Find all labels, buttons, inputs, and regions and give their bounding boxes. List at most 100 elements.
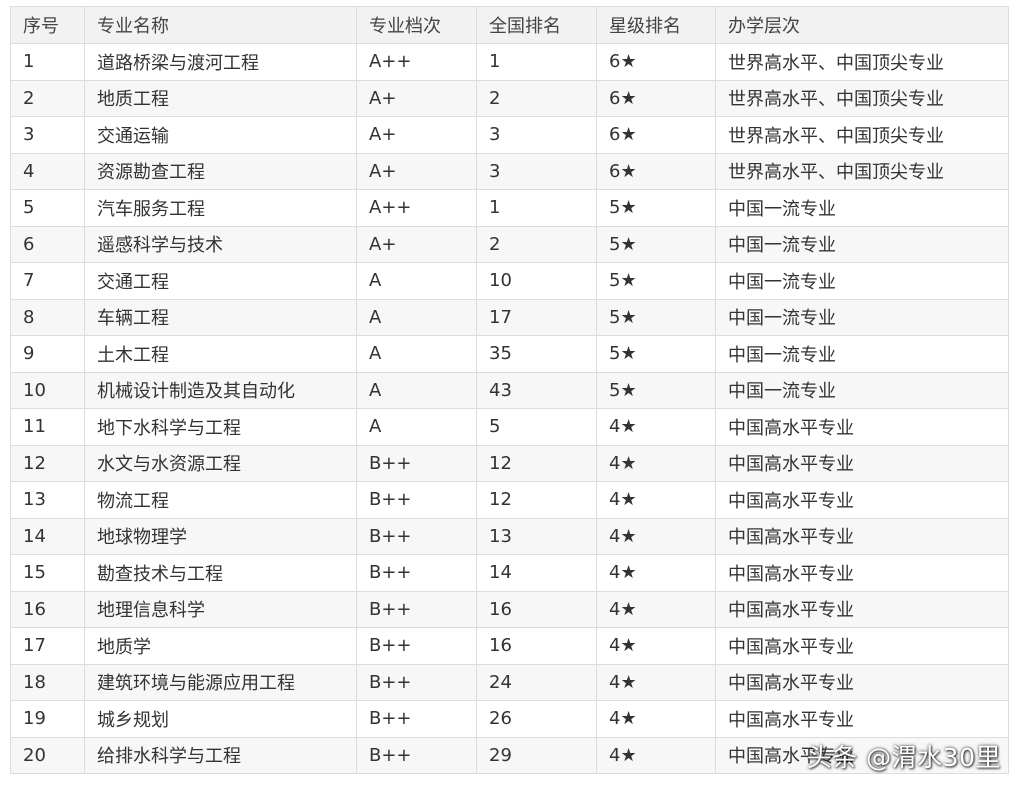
cell-index: 9 [10,335,85,373]
table-row: 11 地下水科学与工程 A 5 4★ 中国高水平专业 [10,408,1009,446]
table-row: 18 建筑环境与能源应用工程 B++ 24 4★ 中国高水平专业 [10,663,1009,701]
cell-national-rank: 5 [476,408,597,446]
cell-major-name: 汽车服务工程 [84,189,357,227]
header-school-level: 办学层次 [715,6,1009,44]
cell-major-name: 车辆工程 [84,298,357,336]
cell-major-grade: B++ [356,517,477,555]
cell-star-rank: 5★ [596,189,716,227]
cell-major-grade: B++ [356,554,477,592]
table-row: 2 地质工程 A+ 2 6★ 世界高水平、中国顶尖专业 [10,79,1009,117]
table-row: 3 交通运输 A+ 3 6★ 世界高水平、中国顶尖专业 [10,116,1009,154]
cell-major-name: 土木工程 [84,335,357,373]
cell-major-name: 城乡规划 [84,700,357,738]
cell-school-level: 世界高水平、中国顶尖专业 [715,116,1009,154]
cell-major-name: 遥感科学与技术 [84,225,357,263]
cell-national-rank: 12 [476,481,597,519]
cell-major-grade: A [356,335,477,373]
cell-index: 18 [10,663,85,701]
cell-school-level: 世界高水平、中国顶尖专业 [715,79,1009,117]
cell-national-rank: 24 [476,663,597,701]
cell-major-grade: A [356,298,477,336]
cell-major-grade: B++ [356,444,477,482]
cell-star-rank: 5★ [596,335,716,373]
cell-star-rank: 5★ [596,225,716,263]
cell-star-rank: 4★ [596,444,716,482]
cell-school-level: 中国一流专业 [715,298,1009,336]
cell-index: 13 [10,481,85,519]
cell-national-rank: 16 [476,627,597,665]
cell-index: 12 [10,444,85,482]
cell-star-rank: 5★ [596,262,716,300]
cell-school-level: 中国高水平专业 [715,663,1009,701]
cell-national-rank: 35 [476,335,597,373]
table-row: 8 车辆工程 A 17 5★ 中国一流专业 [10,298,1009,336]
table-row: 4 资源勘查工程 A+ 3 6★ 世界高水平、中国顶尖专业 [10,152,1009,190]
table-row: 17 地质学 B++ 16 4★ 中国高水平专业 [10,627,1009,665]
cell-school-level: 世界高水平、中国顶尖专业 [715,43,1009,81]
cell-star-rank: 4★ [596,481,716,519]
cell-index: 20 [10,736,85,774]
table-row: 10 机械设计制造及其自动化 A 43 5★ 中国一流专业 [10,371,1009,409]
cell-index: 14 [10,517,85,555]
cell-star-rank: 4★ [596,554,716,592]
cell-star-rank: 5★ [596,371,716,409]
cell-national-rank: 3 [476,116,597,154]
table-header-row: 序号 专业名称 专业档次 全国排名 星级排名 办学层次 [10,6,1009,44]
table-row: 5 汽车服务工程 A++ 1 5★ 中国一流专业 [10,189,1009,227]
cell-star-rank: 6★ [596,43,716,81]
table-row: 19 城乡规划 B++ 26 4★ 中国高水平专业 [10,700,1009,738]
cell-major-name: 资源勘查工程 [84,152,357,190]
cell-school-level: 中国一流专业 [715,262,1009,300]
cell-star-rank: 4★ [596,408,716,446]
cell-school-level: 世界高水平、中国顶尖专业 [715,152,1009,190]
ranking-table-container: 序号 专业名称 专业档次 全国排名 星级排名 办学层次 1 道路桥梁与渡河工程 A+… [10,6,1009,774]
major-ranking-table: 序号 专业名称 专业档次 全国排名 星级排名 办学层次 1 道路桥梁与渡河工程 A+… [10,6,1009,774]
table-row: 13 物流工程 B++ 12 4★ 中国高水平专业 [10,481,1009,519]
cell-major-name: 机械设计制造及其自动化 [84,371,357,409]
cell-national-rank: 26 [476,700,597,738]
cell-major-grade: A++ [356,189,477,227]
cell-school-level: 中国高水平专业 [715,481,1009,519]
cell-national-rank: 2 [476,79,597,117]
cell-major-name: 建筑环境与能源应用工程 [84,663,357,701]
cell-major-grade: B++ [356,736,477,774]
cell-index: 2 [10,79,85,117]
cell-major-name: 地质工程 [84,79,357,117]
cell-school-level: 中国高水平专业 [715,408,1009,446]
cell-index: 7 [10,262,85,300]
cell-school-level: 中国一流专业 [715,189,1009,227]
cell-index: 3 [10,116,85,154]
cell-school-level: 中国高水平专业 [715,517,1009,555]
cell-index: 1 [10,43,85,81]
table-row: 9 土木工程 A 35 5★ 中国一流专业 [10,335,1009,373]
cell-index: 8 [10,298,85,336]
cell-major-name: 勘查技术与工程 [84,554,357,592]
cell-index: 19 [10,700,85,738]
cell-major-name: 物流工程 [84,481,357,519]
cell-national-rank: 29 [476,736,597,774]
watermark-text: 头条 @渭水30里 [806,743,1001,772]
cell-index: 5 [10,189,85,227]
cell-major-grade: A+ [356,152,477,190]
cell-major-grade: A [356,262,477,300]
cell-star-rank: 4★ [596,736,716,774]
cell-national-rank: 13 [476,517,597,555]
cell-major-grade: A+ [356,225,477,263]
cell-major-name: 地质学 [84,627,357,665]
cell-major-grade: B++ [356,481,477,519]
cell-star-rank: 6★ [596,79,716,117]
cell-national-rank: 14 [476,554,597,592]
cell-star-rank: 4★ [596,663,716,701]
cell-major-name: 水文与水资源工程 [84,444,357,482]
cell-school-level: 中国高水平专业 [715,554,1009,592]
cell-major-grade: B++ [356,590,477,628]
cell-index: 15 [10,554,85,592]
cell-star-rank: 4★ [596,517,716,555]
cell-national-rank: 1 [476,189,597,227]
cell-national-rank: 43 [476,371,597,409]
cell-index: 4 [10,152,85,190]
cell-major-grade: B++ [356,663,477,701]
cell-major-name: 道路桥梁与渡河工程 [84,43,357,81]
cell-major-name: 地下水科学与工程 [84,408,357,446]
cell-star-rank: 4★ [596,700,716,738]
